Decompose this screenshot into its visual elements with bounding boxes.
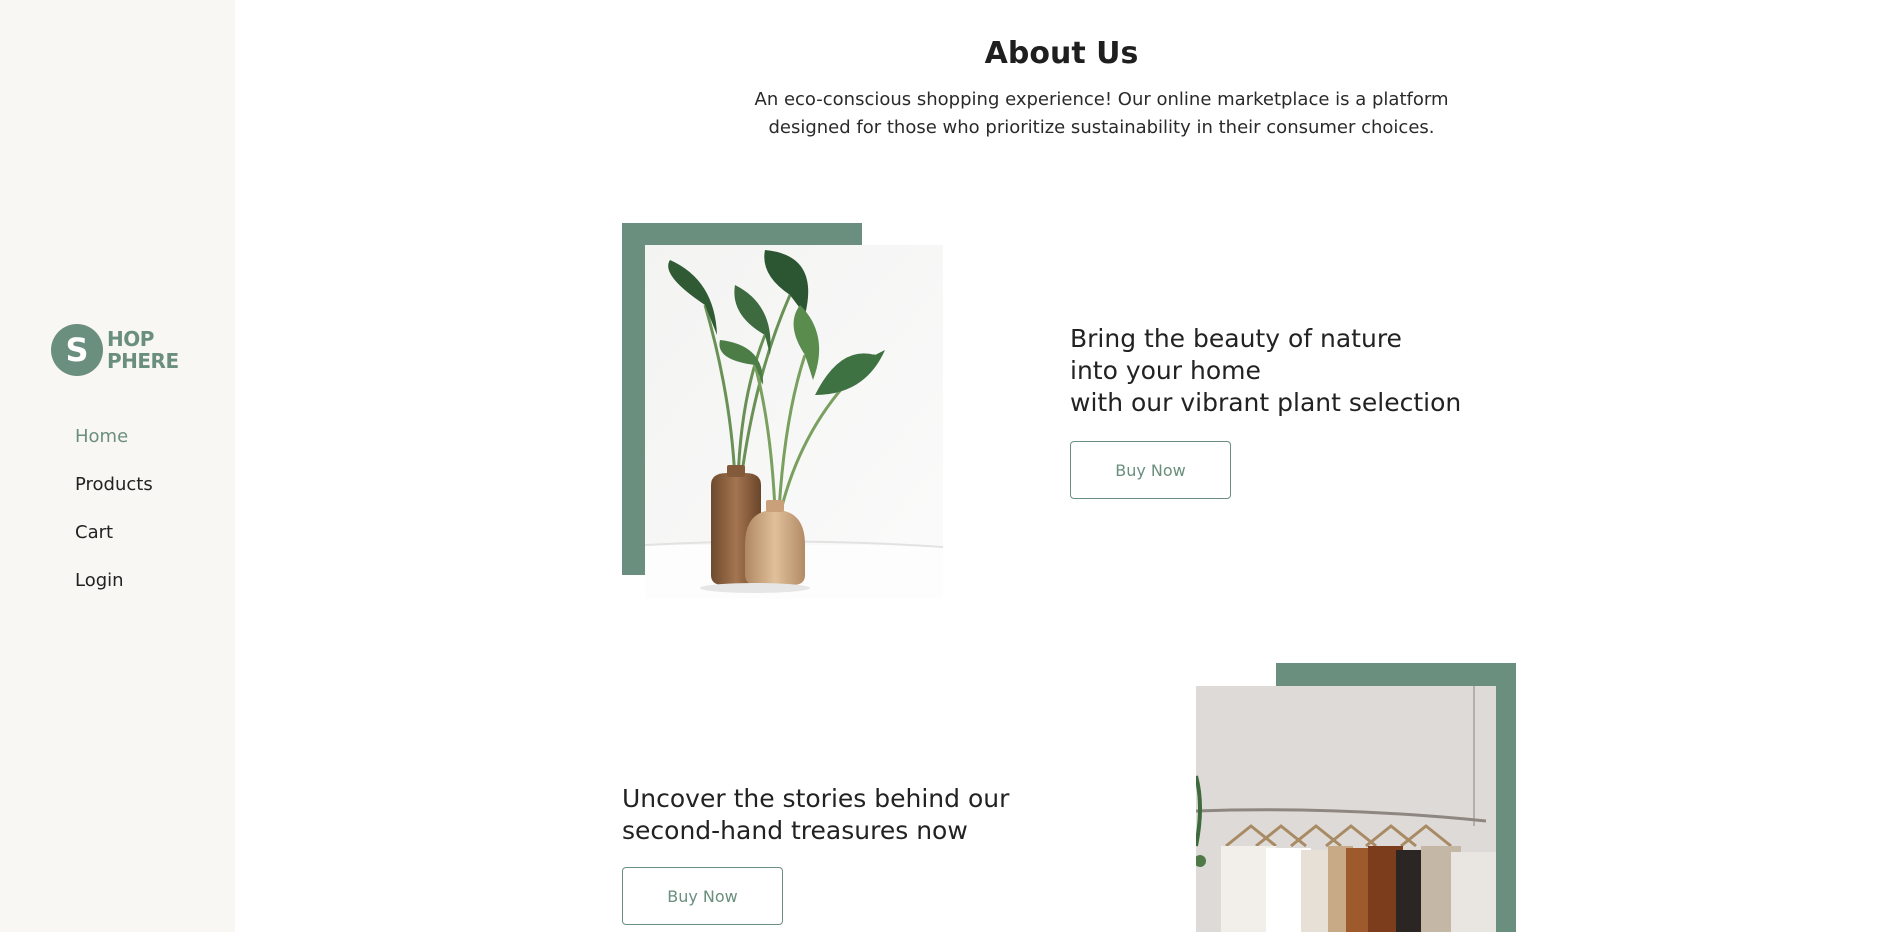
sidebar-item-products[interactable]: Products (75, 472, 153, 520)
buy-now-clothes-button[interactable]: Buy Now (622, 867, 783, 925)
sidebar-item-home[interactable]: Home (75, 424, 153, 472)
sidebar: S HOP PHERE Home Products Cart Login (0, 0, 235, 932)
feature-plants-line-1: Bring the beauty of nature (1070, 324, 1402, 353)
sidebar-nav: Home Products Cart Login (75, 424, 153, 616)
feature-clothes-line-1: Uncover the stories behind our (622, 784, 1010, 813)
feature-plants-line-2: into your home (1070, 356, 1261, 385)
page-title: About Us (984, 36, 1139, 71)
sidebar-item-cart[interactable]: Cart (75, 520, 153, 568)
plant-vases-image (645, 245, 943, 599)
feature-plants-line-3: with our vibrant plant selection (1070, 388, 1462, 417)
logo-initial: S (65, 331, 89, 369)
buy-now-plants-button[interactable]: Buy Now (1070, 441, 1231, 499)
feature-plants-text: Bring the beauty of nature into your hom… (1070, 323, 1461, 419)
feature-clothes-line-2: second-hand treasures now (622, 816, 968, 845)
about-description: An eco-conscious shopping experience! Ou… (685, 86, 1518, 142)
feature-clothes-text: Uncover the stories behind our second-ha… (622, 783, 1009, 847)
main-content: About Us An eco-conscious shopping exper… (235, 0, 1888, 932)
logo-line-1: HOP (107, 327, 154, 351)
brand-logo[interactable]: S HOP PHERE (51, 324, 179, 376)
logo-line-2: PHERE (107, 349, 179, 373)
clothing-rack-image (1196, 686, 1496, 932)
about-description-line-1: An eco-conscious shopping experience! Ou… (754, 89, 1449, 110)
logo-wordmark: HOP PHERE (107, 328, 179, 372)
about-description-line-2: designed for those who prioritize sustai… (768, 117, 1435, 138)
logo-circle: S (51, 324, 103, 376)
sidebar-item-login[interactable]: Login (75, 568, 153, 616)
